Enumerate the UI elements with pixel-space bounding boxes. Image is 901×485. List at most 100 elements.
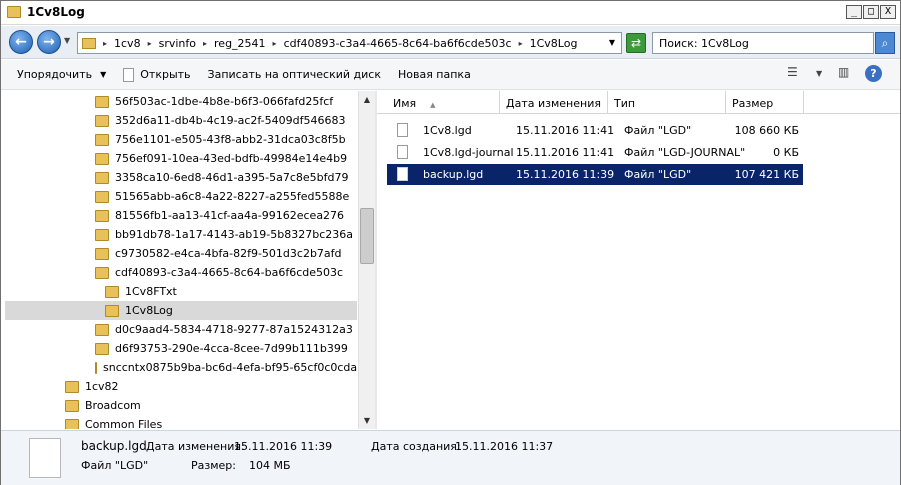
chevron-right-icon[interactable]: ▸ [145, 39, 155, 48]
tree-item[interactable]: snccntx0875b9ba-bc6d-4efa-bf95-65cf0c0cd… [5, 358, 357, 377]
scroll-up-icon[interactable]: ▲ [359, 91, 375, 108]
navigation-tree: 56f503ac-1dbe-4b8e-b6f3-066fafd25fcf 352d… [5, 91, 357, 429]
tree-item-label: d0c9aad4-5834-4718-9277-87a1524312a3 [115, 323, 353, 336]
tree-item-label: 51565abb-a6c8-4a22-8227-a255fed5588e [115, 190, 350, 203]
open-button[interactable]: Открыть [123, 67, 191, 82]
column-header-row: Имя ▲ Дата изменения Тип Размер [377, 91, 900, 114]
scroll-thumb[interactable] [360, 208, 374, 264]
breadcrumb-1cv8[interactable]: 1cv8 [110, 37, 145, 50]
details-modified-label: Дата изменения: [146, 440, 245, 453]
details-created-value: 15.11.2016 11:37 [455, 440, 554, 453]
tree-item[interactable]: 756ef091-10ea-43ed-bdfb-49984e14e4b9 [5, 149, 357, 168]
folder-icon [95, 209, 109, 222]
scroll-down-icon[interactable]: ▼ [359, 412, 375, 429]
chevron-right-icon[interactable]: ▸ [200, 39, 210, 48]
tree-item[interactable]: Common Files [5, 415, 357, 429]
tree-item-label: Broadcom [85, 399, 141, 412]
folder-icon [95, 190, 109, 203]
minimize-button[interactable]: _ [846, 5, 862, 19]
tree-item[interactable]: 56f503ac-1dbe-4b8e-b6f3-066fafd25fcf [5, 92, 357, 111]
burn-button[interactable]: Записать на оптический диск [208, 68, 381, 81]
folder-icon [95, 152, 109, 165]
history-dropdown-icon[interactable]: ▼ [64, 36, 70, 45]
details-created-label: Дата создания: [371, 440, 461, 453]
tree-item[interactable]: d6f93753-290e-4cca-8cee-7d99b111b399 [5, 339, 357, 358]
open-label: Открыть [140, 68, 191, 81]
tree-item[interactable]: bb91db78-1a17-4143-ab19-5b8327bc236a [5, 225, 357, 244]
refresh-button[interactable]: ⇄ [626, 33, 646, 53]
folder-icon [95, 228, 109, 241]
details-pane: backup.lgd Дата изменения: 15.11.2016 11… [1, 430, 900, 485]
tree-item-label: 1Cv8Log [125, 304, 173, 317]
folder-icon [82, 37, 96, 49]
details-size-value: 104 МБ [249, 459, 291, 472]
sort-arrow-icon: ▲ [430, 101, 436, 109]
close-button[interactable]: X [880, 5, 896, 19]
details-file-type: Файл "LGD" [81, 459, 149, 472]
tree-item-label: 1Cv8FTxt [125, 285, 177, 298]
folder-icon [95, 361, 97, 374]
tree-item[interactable]: 352d6a11-db4b-4c19-ac2f-5409df546683 [5, 111, 357, 130]
tree-item[interactable]: 1cv82 [5, 377, 357, 396]
folder-icon [95, 95, 109, 108]
file-name: backup.lgd [423, 168, 484, 181]
breadcrumb-srvinfo[interactable]: srvinfo [155, 37, 200, 50]
view-options-icon[interactable]: ☰ [787, 65, 798, 79]
forward-button[interactable]: → [37, 30, 61, 54]
details-file-name: backup.lgd [81, 439, 147, 453]
breadcrumb-guid[interactable]: cdf40893-c3a4-4665-8c64-ba6f6cde503c [280, 37, 516, 50]
column-header-size[interactable]: Размер [726, 91, 804, 114]
chevron-down-icon: ▼ [100, 70, 107, 79]
file-row[interactable]: backup.lgd 15.11.2016 11:39 Файл "LGD" 107 … [387, 164, 803, 185]
column-header-type[interactable]: Тип [608, 91, 726, 114]
tree-item[interactable]: cdf40893-c3a4-4665-8c64-ba6f6cde503c [5, 263, 357, 282]
folder-icon [65, 399, 79, 412]
column-header-name[interactable]: Имя ▲ [387, 91, 500, 114]
address-bar[interactable]: ▸ 1cv8 ▸ srvinfo ▸ reg_2541 ▸ cdf40893-c… [77, 32, 622, 54]
new-folder-button[interactable]: Новая папка [398, 68, 471, 81]
file-type: Файл "LGD" [624, 124, 692, 137]
tree-item-label: d6f93753-290e-4cca-8cee-7d99b111b399 [115, 342, 348, 355]
file-icon [397, 123, 408, 137]
file-size: 107 421 КБ [734, 168, 799, 181]
address-dropdown-icon[interactable]: ▼ [609, 38, 615, 47]
preview-pane-icon[interactable]: ▥ [838, 65, 849, 79]
file-type: Файл "LGD" [624, 168, 692, 181]
tree-item[interactable]: 51565abb-a6c8-4a22-8227-a255fed5588e [5, 187, 357, 206]
organize-button[interactable]: Упорядочить ▼ [17, 68, 106, 81]
explorer-window: 1Cv8Log _ □ X ← → ▼ ▸ 1cv8 ▸ srvinfo ▸ r… [0, 0, 901, 485]
tree-item[interactable]: d0c9aad4-5834-4718-9277-87a1524312a3 [5, 320, 357, 339]
view-dropdown-icon[interactable]: ▼ [816, 69, 822, 78]
file-size: 0 КБ [773, 146, 799, 159]
search-icon[interactable]: ⌕ [875, 32, 895, 54]
help-icon[interactable]: ? [865, 65, 882, 82]
tree-item[interactable]: c9730582-e4ca-4bfa-82f9-501d3c2b7afd [5, 244, 357, 263]
column-name-label: Имя [393, 97, 417, 110]
tree-item-label: 756ef091-10ea-43ed-bdfb-49984e14e4b9 [115, 152, 348, 165]
column-header-date[interactable]: Дата изменения [500, 91, 608, 114]
chevron-right-icon[interactable]: ▸ [100, 39, 110, 48]
tree-item[interactable]: 1Cv8FTxt [5, 282, 357, 301]
file-list: Имя ▲ Дата изменения Тип Размер 1Cv8.lgd 1… [377, 91, 900, 429]
file-row[interactable]: 1Cv8.lgd-journal 15.11.2016 11:41 Файл "LG… [387, 142, 803, 163]
tree-scrollbar[interactable]: ▲ ▼ [358, 91, 375, 429]
chevron-right-icon[interactable]: ▸ [516, 39, 526, 48]
tree-item[interactable]: 756e1101-e505-43f8-abb2-31dca03c8f5b [5, 130, 357, 149]
back-button[interactable]: ← [9, 30, 33, 54]
tree-item-label: 81556fb1-aa13-41cf-aa4a-99162ecea276 [115, 209, 345, 222]
tree-item[interactable]: 81556fb1-aa13-41cf-aa4a-99162ecea276 [5, 206, 357, 225]
folder-icon [95, 133, 109, 146]
tree-item[interactable]: 3358ca10-6ed8-46d1-a395-5a7c8e5bfd79 [5, 168, 357, 187]
tree-item[interactable]: Broadcom [5, 396, 357, 415]
breadcrumb-reg[interactable]: reg_2541 [210, 37, 270, 50]
search-input[interactable]: Поиск: 1Cv8Log [652, 32, 874, 54]
folder-icon [95, 323, 109, 336]
file-date: 15.11.2016 11:41 [516, 146, 615, 159]
folder-icon [65, 380, 79, 393]
maximize-button[interactable]: □ [863, 5, 879, 19]
file-date: 15.11.2016 11:41 [516, 124, 615, 137]
breadcrumb-1cv8log[interactable]: 1Cv8Log [526, 37, 582, 50]
file-row[interactable]: 1Cv8.lgd 15.11.2016 11:41 Файл "LGD" 108 66… [387, 120, 803, 141]
chevron-right-icon[interactable]: ▸ [270, 39, 280, 48]
tree-item[interactable]: 1Cv8Log [5, 301, 357, 320]
